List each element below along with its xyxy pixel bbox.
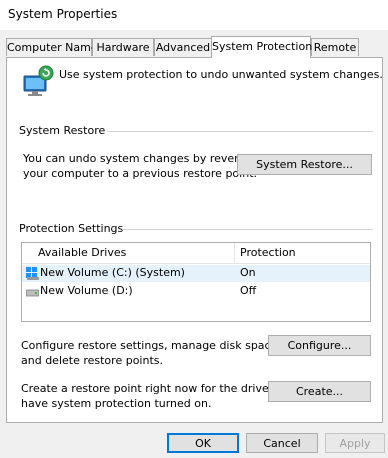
system-restore-heading: System Restore	[19, 124, 106, 137]
tab-computer-name[interactable]: Computer Name	[6, 38, 98, 56]
ok-button[interactable]: OK	[167, 433, 239, 453]
tab-advanced[interactable]: Advanced	[154, 38, 212, 56]
drive-name: New Volume (C:) (System)	[40, 266, 185, 279]
tab-system-protection[interactable]: System Protection	[211, 36, 312, 58]
system-restore-description-line-2: your computer to a previous restore poin…	[23, 167, 257, 180]
protection-settings-heading: Protection Settings	[19, 222, 124, 235]
tab-panel: Use system protection to undo unwanted s…	[6, 57, 383, 423]
divider	[122, 229, 373, 230]
column-separator[interactable]	[234, 243, 235, 263]
drive-icon	[25, 285, 40, 298]
system-protection-icon	[21, 64, 55, 98]
tab-strip: Computer Name Hardware Advanced System P…	[0, 30, 388, 58]
system-restore-button[interactable]: System Restore...	[237, 154, 372, 175]
drives-list-header: Available Drives Protection	[22, 243, 370, 264]
configure-button[interactable]: Configure...	[268, 335, 371, 356]
create-button[interactable]: Create...	[268, 381, 371, 402]
create-description-line-2: have system protection turned on.	[21, 397, 212, 410]
divider	[107, 131, 373, 132]
configure-description-line-2: and delete restore points.	[21, 354, 163, 367]
drive-name: New Volume (D:)	[40, 284, 133, 297]
tab-hardware[interactable]: Hardware	[92, 38, 154, 56]
create-description: Create a restore point right now for the…	[21, 381, 300, 411]
title-bar[interactable]: System Properties	[0, 0, 388, 30]
window-title: System Properties	[8, 7, 118, 21]
configure-description: Configure restore settings, manage disk …	[21, 338, 281, 368]
drive-row-c[interactable]: New Volume (C:) (System) On	[22, 265, 370, 282]
apply-button[interactable]: Apply	[325, 433, 385, 453]
drive-protection-status: Off	[240, 284, 257, 297]
drive-row-d[interactable]: New Volume (D:) Off	[22, 283, 370, 300]
drives-list[interactable]: Available Drives Protection New Volume (…	[21, 242, 371, 322]
intro-text: Use system protection to undo unwanted s…	[59, 68, 383, 81]
configure-description-line-1: Configure restore settings, manage disk …	[21, 339, 281, 352]
cancel-button[interactable]: Cancel	[246, 433, 318, 453]
create-description-line-1: Create a restore point right now for the…	[21, 382, 301, 395]
drive-protection-status: On	[240, 266, 256, 279]
column-header-protection[interactable]: Protection	[240, 246, 296, 259]
tab-remote[interactable]: Remote	[311, 38, 359, 56]
column-header-available-drives[interactable]: Available Drives	[38, 246, 126, 259]
system-restore-description-line-1: You can undo system changes by reverting	[23, 152, 260, 165]
windows-drive-icon	[26, 267, 39, 280]
system-restore-description: You can undo system changes by reverting…	[23, 151, 260, 181]
